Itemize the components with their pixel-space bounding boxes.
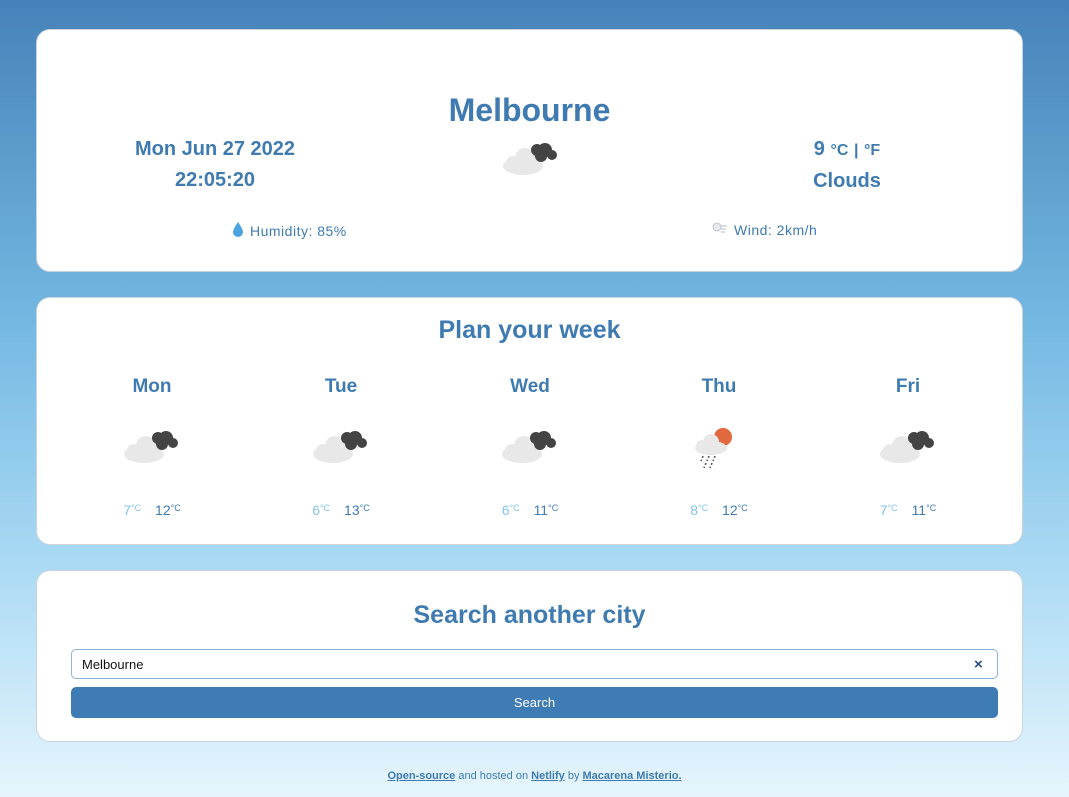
forecast-day: Mon 7°C 12°C — [92, 376, 212, 518]
day-temps: 6°C 11°C — [470, 502, 590, 518]
day-temps: 6°C 13°C — [281, 502, 401, 518]
netlify-link[interactable]: Netlify — [531, 770, 565, 782]
min-temp: 6°C — [501, 502, 520, 518]
current-temp-block: 9 °C | °F Clouds — [747, 134, 947, 197]
forecast-day: Tue 6°C 13°C — [281, 376, 401, 518]
day-name: Thu — [701, 376, 737, 397]
day-temps: 7°C 12°C — [92, 502, 212, 518]
day-name: Tue — [324, 376, 358, 397]
clear-input-button[interactable]: × — [974, 656, 983, 673]
max-temp: 11°C — [533, 502, 559, 518]
wind-detail: Wind: 2km/h — [712, 221, 817, 238]
current-time: 22:05:20 — [174, 169, 256, 191]
open-source-link[interactable]: Open-source — [387, 770, 455, 782]
current-date: Mon Jun 27 2022 — [134, 138, 296, 160]
search-button[interactable]: Search — [71, 687, 998, 718]
humidity-detail: Humidity: 85% — [232, 221, 347, 240]
humidity-label: Humidity: 85% — [250, 222, 347, 239]
weather-description: Clouds — [813, 170, 881, 192]
broken-clouds-icon — [281, 426, 401, 496]
min-temp: 7°C — [123, 502, 142, 518]
droplet-icon — [232, 221, 244, 240]
max-temp: 12°C — [722, 502, 748, 518]
broken-clouds-icon — [848, 426, 968, 496]
footer: Open-source and hosted on Netlify by Mac… — [0, 770, 1069, 782]
footer-text-hosted: and hosted on — [455, 770, 532, 782]
day-name: Mon — [132, 376, 172, 397]
max-temp: 12°C — [155, 502, 181, 518]
search-title: Search another city — [413, 601, 646, 629]
week-title: Plan your week — [438, 316, 621, 344]
min-temp: 7°C — [879, 502, 898, 518]
broken-clouds-icon — [92, 426, 212, 496]
city-search-input[interactable] — [71, 649, 998, 679]
min-temp: 8°C — [690, 502, 709, 518]
date-time: Mon Jun 27 2022 22:05:20 — [115, 134, 315, 196]
footer-text-by: by — [564, 770, 583, 782]
wind-face-icon — [712, 221, 728, 238]
forecast-day: Wed 6°C 11°C — [470, 376, 590, 518]
day-temps: 7°C 11°C — [848, 502, 968, 518]
unit-fahrenheit-link[interactable]: °F — [864, 142, 880, 159]
day-name: Wed — [510, 376, 550, 397]
forecast-day: Thu 8°C 12°C — [659, 376, 779, 518]
broken-clouds-icon — [501, 138, 561, 183]
forecast-day: Fri 7°C 11°C — [848, 376, 968, 518]
wind-label: Wind: 2km/h — [734, 221, 818, 238]
day-name: Fri — [895, 376, 921, 397]
search-card: Search another city × Search — [36, 570, 1023, 742]
max-temp: 13°C — [344, 502, 370, 518]
city-name: Melbourne — [448, 92, 611, 128]
rain-sun-icon — [659, 426, 779, 496]
author-link[interactable]: Macarena Misterio. — [583, 770, 682, 782]
day-temps: 8°C 12°C — [659, 502, 779, 518]
broken-clouds-icon — [470, 426, 590, 496]
unit-separator: | — [853, 142, 859, 159]
unit-celsius-link[interactable]: °C — [830, 142, 848, 159]
max-temp: 11°C — [911, 502, 937, 518]
min-temp: 6°C — [312, 502, 331, 518]
current-weather-card: Melbourne Mon Jun 27 2022 22:05:20 9 °C … — [36, 29, 1023, 272]
current-temperature: 9 — [813, 138, 825, 160]
week-forecast-card: Plan your week Mon 7°C 12°C Tue 6°C 13°C… — [36, 297, 1023, 545]
